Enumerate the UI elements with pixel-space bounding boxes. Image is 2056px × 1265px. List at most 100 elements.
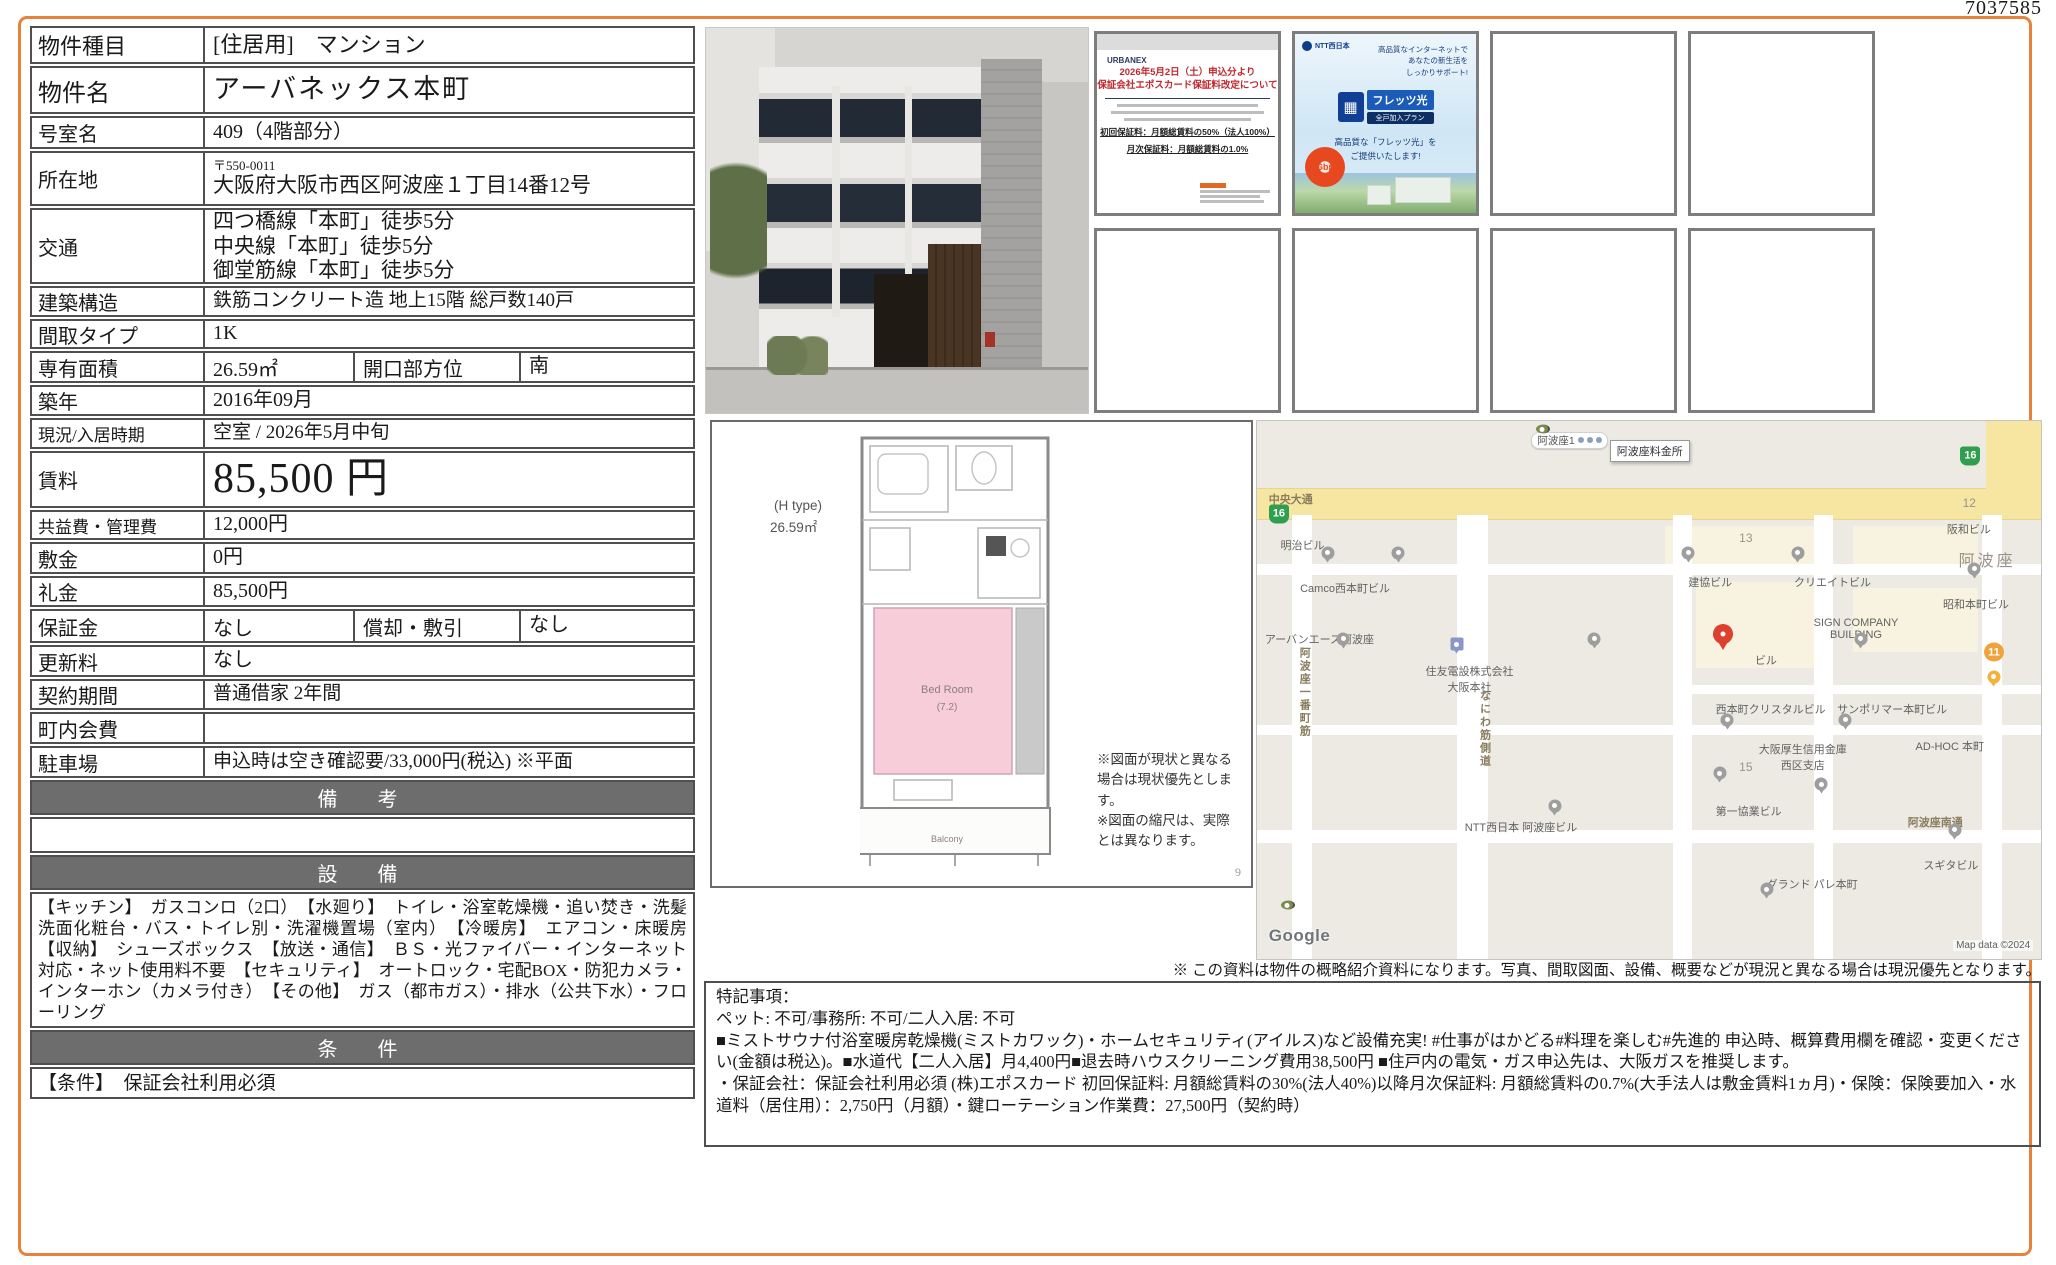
row-label: 敷金: [32, 544, 205, 572]
map-pin: [1791, 546, 1804, 559]
bus-stop-name: 阿波座1: [1537, 433, 1574, 448]
map-pin: [1987, 670, 2000, 683]
map-copyright: Map data ©2024: [1953, 940, 2033, 951]
row-value: なし: [205, 611, 355, 641]
map-panel[interactable]: 阿波座1 阿波座料金所 中央大通明治ビルCamco西本町ビルアーバンエース阿波座…: [1256, 420, 2042, 960]
fine-print-line: [1111, 111, 1263, 114]
company-logo: [1200, 183, 1226, 188]
map-label: 第一協業ビル: [1716, 803, 1782, 819]
table-row-neighborhood-fee: 町内会費: [30, 712, 695, 744]
floorplan-drawing: [860, 436, 1060, 876]
map-label: 明治ビル: [1281, 537, 1325, 553]
map-pin: [1450, 638, 1463, 651]
map-pin: [1721, 713, 1734, 726]
row-label: 間取タイプ: [32, 321, 205, 347]
rent-amount: 85,500 円: [205, 453, 693, 506]
table-row-key-money: 礼金 85,500円: [30, 576, 695, 607]
row-value: 四つ橋線「本町」徒歩5分 中央線「本町」徒歩5分 御堂筋線「本町」徒歩5分: [205, 210, 693, 282]
map-label: 大阪厚生信用金庫 西区支店: [1759, 741, 1847, 773]
page-mark: 9: [1235, 865, 1241, 880]
ntt-logo: NTT西日本: [1302, 41, 1350, 51]
conditions-text: 【条件】 保証会社利用必須: [30, 1067, 695, 1099]
map-pin: [1760, 883, 1773, 896]
map-pin: [1713, 767, 1726, 780]
shrubs: [767, 336, 828, 375]
speed-badge: 1Gbps: [1305, 147, 1345, 187]
table-row-common-fee: 共益費・管理費 12,000円: [30, 510, 695, 540]
row-label: 現況/入居時期: [32, 420, 205, 447]
balcony-band: [759, 93, 981, 143]
map-pin: [1281, 901, 1295, 910]
map-label: NTT西日本 阿波座ビル: [1465, 819, 1577, 835]
flyer-header-band: [1097, 34, 1278, 50]
fine-print-line: [1200, 200, 1264, 203]
thumbnail-placeholder: [1292, 228, 1479, 413]
conditions-band: 条 件: [30, 1030, 695, 1065]
tree: [710, 159, 767, 313]
map-pin: [1968, 562, 1981, 575]
notes-line: ペット: 不可/事務所: 不可/二人入居: 不可: [716, 1008, 2029, 1030]
map-main-road: [1257, 488, 2041, 520]
map-label: アーバンエース阿波座: [1265, 631, 1374, 647]
map-pin: [1854, 632, 1867, 645]
table-row-parking: 駐車場 申込時は空き確認要/33,000円(税込) ※平面: [30, 746, 695, 778]
map-pin: [1948, 823, 1961, 836]
flets-tagline: 高品質なインターネットで あなたの新生活を しっかりサポート!: [1378, 44, 1468, 78]
row-value: 普通借家 2年間: [205, 681, 693, 708]
entrance: [874, 274, 927, 374]
route-shield: 16: [1269, 504, 1289, 523]
row-value: [205, 714, 693, 742]
map-pin: [1588, 632, 1601, 645]
row-label: 物件種目: [32, 28, 205, 62]
row-label: 町内会費: [32, 714, 205, 742]
row-label: 保証金: [32, 611, 205, 641]
map-pin: [1337, 632, 1350, 645]
map-label: グランド パレ本町: [1767, 876, 1858, 892]
row-label: 物件名: [32, 68, 205, 112]
row-value: アーバネックス本町: [205, 68, 693, 112]
flets-badge-sub: 全戸加入プラン: [1367, 112, 1434, 124]
map-road: [1257, 830, 2041, 843]
map-road: [1257, 725, 2041, 735]
map-label: 15: [1739, 760, 1752, 774]
building-icon: ▦: [1338, 92, 1364, 122]
row-label: 号室名: [32, 118, 205, 147]
map-main-road: [1986, 421, 2041, 496]
map-pin: [1682, 546, 1695, 559]
row-label-2: 開口部方位: [355, 353, 521, 381]
bus-icon: [1578, 437, 1584, 443]
table-row-structure: 建築構造 鉄筋コンクリート造 地上15階 総戸数140戸: [30, 286, 695, 317]
notice-title-line1: 2026年5月2日（土）申込分より: [1097, 67, 1278, 80]
table-row-room-number: 号室名 409（4階部分）: [30, 116, 695, 149]
row-label: 駐車場: [32, 748, 205, 776]
table-row-property-name: 物件名 アーバネックス本町: [30, 66, 695, 114]
table-row-property-type: 物件種目 [住居用] マンション: [30, 26, 695, 64]
notes-line: ■ミストサウナ付浴室暖房乾燥機(ミストカワック)・ホームセキュリティ(アイルス)…: [716, 1030, 2029, 1074]
map-label: 12: [1963, 496, 1976, 510]
address: 大阪府大阪市西区阿波座１丁目14番12号: [213, 173, 685, 198]
map-label: 住友電設株式会社 大阪本社: [1426, 663, 1514, 695]
map-pin: [1839, 713, 1852, 726]
special-notes-block: 特記事項： ペット: 不可/事務所: 不可/二人入居: 不可 ■ミストサウナ付浴…: [704, 981, 2041, 1147]
row-label: 専有面積: [32, 353, 205, 381]
equipment-text: 【キッチン】 ガスコンロ（2口） 【水廻り】 トイレ・浴室乾燥機・追い焚き・洗髪…: [30, 892, 695, 1028]
row-label-2: 償却・敷引: [355, 611, 521, 641]
table-row-built-year: 築年 2016年09月: [30, 385, 695, 416]
map-label: なにわ筋側道: [1477, 690, 1493, 768]
map-pin: [1548, 799, 1561, 812]
remarks-box: [30, 817, 695, 853]
row-label: 交通: [32, 210, 205, 282]
thumbnail-placeholder: [1094, 228, 1281, 413]
row-value: 空室 / 2026年5月中旬: [205, 420, 693, 447]
thumbnail-grid: URBANEX 2026年5月2日（土）申込分より 保証会社エポスカード保証料改…: [1094, 31, 1884, 415]
row-value: なし: [205, 647, 693, 675]
row-value: 2016年09月: [205, 387, 693, 414]
thumbnail-placeholder: [1688, 228, 1875, 413]
side-building: [1042, 82, 1088, 382]
row-label: 共益費・管理費: [32, 512, 205, 538]
map-label: 建協ビル: [1688, 574, 1732, 590]
condo-shape: [1395, 177, 1451, 203]
floorplan-note: ※図面が現状と異なる場合は現状優先とします。 ※図面の縮尺は、実際とは異なります…: [1097, 750, 1243, 851]
map-label: AD-HOC 本町: [1916, 738, 1984, 754]
row-label: 賃料: [32, 453, 205, 506]
